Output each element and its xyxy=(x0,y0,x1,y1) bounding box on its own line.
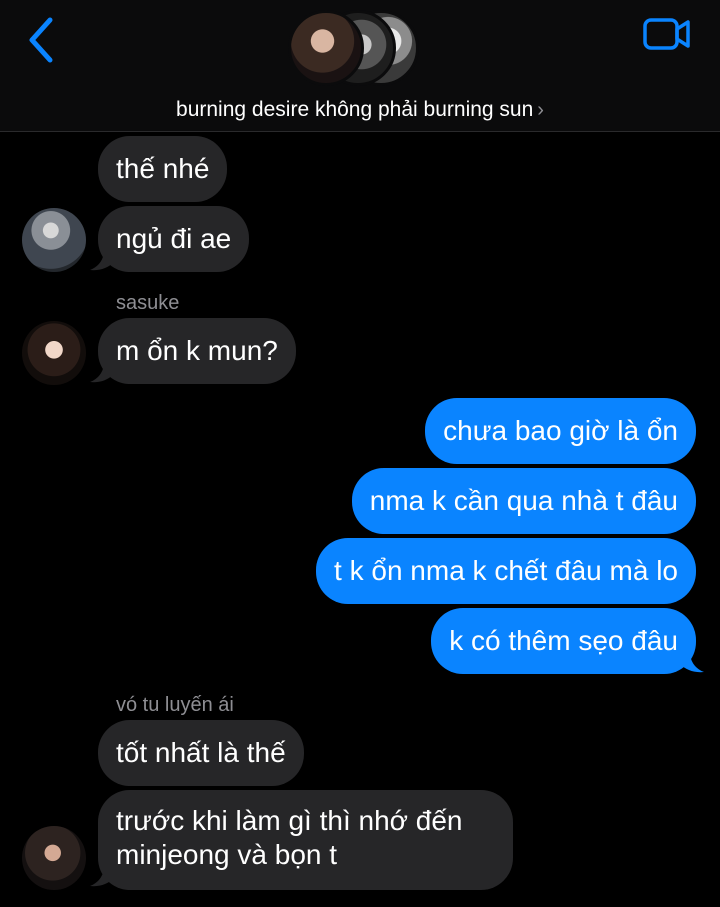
group-name: burning desire không phải burning sun xyxy=(176,98,534,121)
group-avatar-stack[interactable] xyxy=(288,10,433,90)
video-call-button[interactable] xyxy=(642,14,692,54)
message-text: m ổn k mun? xyxy=(116,335,278,366)
bubble-tail xyxy=(680,652,704,673)
message-bubble-incoming[interactable]: ngủ đi ae xyxy=(98,206,250,272)
message-text: tốt nhất là thế xyxy=(116,737,286,768)
chevron-right-icon: › xyxy=(537,99,544,121)
message-bubble-incoming[interactable]: tốt nhất là thế xyxy=(98,720,304,786)
message-bubble-outgoing[interactable]: k có thêm sẹo đâu xyxy=(431,608,696,674)
message-bubble-incoming[interactable]: thế nhé xyxy=(98,136,228,202)
avatar[interactable] xyxy=(22,208,86,272)
bubble-tail xyxy=(90,362,114,383)
message-text: nma k cần qua nhà t đâu xyxy=(369,485,678,516)
back-button[interactable] xyxy=(22,14,62,66)
message-bubble-outgoing[interactable]: chưa bao giờ là ổn xyxy=(425,398,696,464)
message-text: trước khi làm gì thì nhớ đến minjeong và… xyxy=(116,805,463,870)
message-text: k có thêm sẹo đâu xyxy=(449,625,678,656)
sender-name: vó tu luyến ái xyxy=(116,694,234,716)
avatar[interactable] xyxy=(22,321,86,385)
sender-name: sasuke xyxy=(116,292,180,314)
message-bubble-outgoing[interactable]: nma k cần qua nhà t đâu xyxy=(351,468,696,534)
group-member-avatar xyxy=(288,10,364,86)
message-text: thế nhé xyxy=(116,153,210,184)
video-camera-icon xyxy=(643,18,690,50)
group-title[interactable]: burning desire không phải burning sun › xyxy=(0,98,720,122)
bubble-tail xyxy=(90,866,114,887)
message-bubble-incoming[interactable]: trước khi làm gì thì nhớ đến minjeong và… xyxy=(98,790,513,890)
message-text: t k ổn nma k chết đâu mà lo xyxy=(334,555,678,586)
conversation-header: burning desire không phải burning sun › xyxy=(0,0,720,132)
message-bubble-incoming[interactable]: m ổn k mun? xyxy=(98,318,296,384)
avatar[interactable] xyxy=(22,826,86,890)
bubble-tail xyxy=(90,250,114,271)
message-bubble-outgoing[interactable]: t k ổn nma k chết đâu mà lo xyxy=(316,538,696,604)
message-text: ngủ đi ae xyxy=(116,223,232,254)
chevron-left-icon xyxy=(29,17,53,63)
message-text: chưa bao giờ là ổn xyxy=(443,415,678,446)
